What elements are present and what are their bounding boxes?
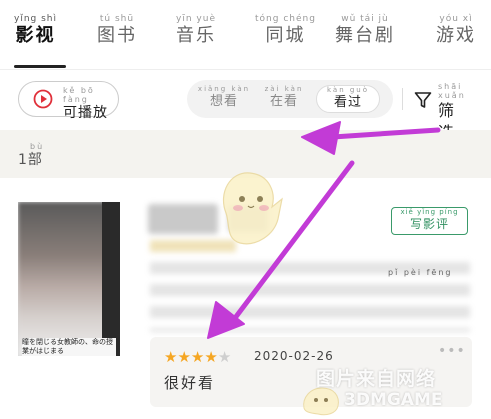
short-comment: 很好看 bbox=[164, 374, 216, 392]
more-options-icon[interactable]: ••• bbox=[438, 343, 466, 359]
star-filled-icon: ★ bbox=[177, 348, 191, 366]
segment-pinyin: zài kàn bbox=[264, 85, 304, 93]
tab-label: 图书 bbox=[97, 25, 137, 46]
tab-books[interactable]: tú shū 图书 bbox=[97, 14, 137, 48]
tab-pinyin: wǔ tái jù bbox=[341, 14, 389, 24]
poster-caption: 瞳を閉じる女教師の、命の授業がはじまる bbox=[22, 338, 116, 356]
play-label: 可播放 bbox=[63, 105, 108, 121]
tab-pinyin: tóng chéng bbox=[255, 14, 316, 24]
segment-pinyin: xiǎng kàn bbox=[197, 85, 251, 93]
movie-title-blurred[interactable] bbox=[148, 204, 218, 234]
tab-music[interactable]: yīn yuè 音乐 bbox=[176, 14, 216, 48]
movie-poster[interactable]: 瞳を閉じる女教師の、命の授業がはじまる bbox=[18, 202, 120, 356]
filter-pinyin: shāi xuǎn bbox=[438, 82, 466, 100]
tab-pinyin: yóu xì bbox=[439, 14, 473, 24]
mascot-sticker-icon bbox=[222, 172, 283, 245]
tab-stage[interactable]: wǔ tái jù 舞台剧 bbox=[335, 14, 395, 48]
segment-label: 在看 bbox=[269, 94, 298, 109]
tab-pinyin: tú shū bbox=[99, 14, 135, 24]
watermark-text: 图片来自网络 bbox=[316, 368, 437, 390]
rating-date: 2020-02-26 bbox=[254, 349, 334, 363]
playable-filter-button[interactable]: kě bō fàng 可播放 bbox=[18, 81, 119, 121]
tab-games[interactable]: yóu xì 游戏 bbox=[436, 14, 476, 48]
star-filled-icon: ★ bbox=[204, 348, 218, 366]
review-label: 写影评 bbox=[409, 217, 449, 231]
watermark-brand: 3DMGAME bbox=[344, 390, 443, 410]
tabs-divider bbox=[0, 69, 491, 70]
segment-watching[interactable]: zài kàn 在看 bbox=[255, 85, 313, 113]
play-pinyin: kě bō fàng bbox=[63, 86, 95, 104]
item-count: 1部 bbox=[18, 152, 43, 168]
star-filled-icon: ★ bbox=[164, 348, 178, 366]
funnel-icon bbox=[414, 92, 432, 108]
tab-local[interactable]: tóng chéng 同城 bbox=[255, 14, 316, 48]
category-tabs: yǐng shì 影视 tú shū 图书 yīn yuè 音乐 tóng ch… bbox=[0, 0, 491, 70]
tab-pinyin: yīn yuè bbox=[176, 14, 216, 24]
toolbar-divider bbox=[402, 88, 403, 110]
active-tab-indicator bbox=[14, 65, 66, 68]
segment-label: 看过 bbox=[333, 95, 362, 110]
section-pinyin: bù bbox=[30, 142, 45, 151]
tab-label: 音乐 bbox=[176, 25, 216, 46]
tab-label: 游戏 bbox=[436, 25, 476, 46]
tab-film[interactable]: yǐng shì 影视 bbox=[14, 14, 57, 48]
tab-pinyin: yǐng shì bbox=[14, 14, 57, 24]
poster-side-strip bbox=[102, 202, 120, 356]
star-rating: ★★★★★ bbox=[164, 347, 231, 366]
segment-pinyin: kàn guò bbox=[326, 86, 370, 94]
status-segmented-control: xiǎng kàn 想看 zài kàn 在看 kàn guò 看过 bbox=[187, 80, 393, 118]
play-circle-icon bbox=[33, 89, 53, 109]
tab-label: 同城 bbox=[265, 25, 306, 46]
segment-want-to-watch[interactable]: xiǎng kàn 想看 bbox=[195, 85, 253, 113]
star-filled-icon: ★ bbox=[190, 348, 205, 366]
write-review-button[interactable]: xiě yǐng píng 写影评 bbox=[391, 207, 468, 235]
review-pinyin: xiě yǐng píng bbox=[400, 208, 459, 216]
info-pinyin: pǐ pèi fēng bbox=[388, 268, 453, 277]
segment-label: 想看 bbox=[209, 94, 238, 109]
tab-label: 舞台剧 bbox=[335, 25, 395, 46]
segment-watched[interactable]: kàn guò 看过 bbox=[316, 85, 380, 113]
tab-label: 影视 bbox=[15, 25, 56, 46]
star-empty-icon: ★ bbox=[217, 348, 232, 366]
